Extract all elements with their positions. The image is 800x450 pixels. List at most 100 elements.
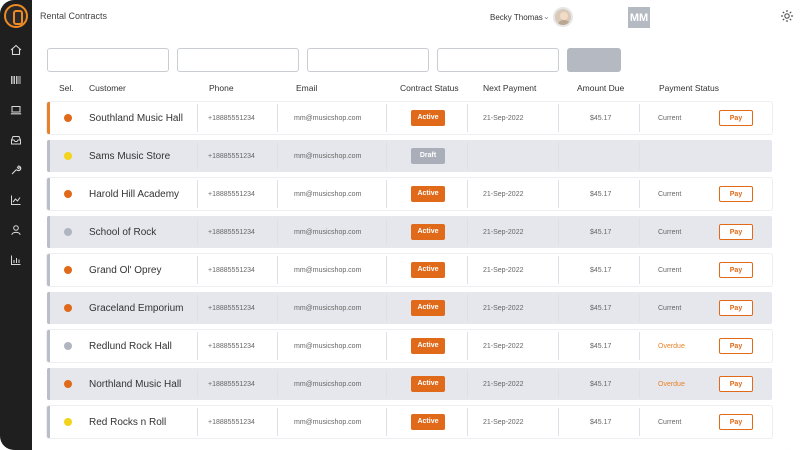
status-badge[interactable]: Active xyxy=(411,414,445,430)
contract-status-cell: Active xyxy=(411,406,445,438)
user-icon[interactable] xyxy=(6,220,26,240)
table-row[interactable]: Southland Music Hall +18885551234 mm@music… xyxy=(47,102,772,134)
column-divider xyxy=(386,142,387,170)
contract-status-cell: Active xyxy=(411,216,445,248)
column-divider xyxy=(467,218,468,246)
column-divider xyxy=(277,180,278,208)
filter-input-2[interactable] xyxy=(177,48,299,72)
status-badge[interactable]: Active xyxy=(411,338,445,354)
next-payment-date: 21-Sep-2022 xyxy=(483,380,524,388)
home-icon[interactable] xyxy=(6,40,26,60)
column-divider xyxy=(639,104,640,132)
status-badge[interactable]: Active xyxy=(411,110,445,126)
phone-number: +18885551234 xyxy=(208,114,255,122)
amount-due: $45.17 xyxy=(590,266,612,274)
column-divider xyxy=(639,218,640,246)
column-header-email[interactable]: Email xyxy=(296,83,317,93)
wrench-icon[interactable] xyxy=(6,160,26,180)
status-badge[interactable]: Active xyxy=(411,376,445,392)
payment-status: Current xyxy=(658,266,682,274)
status-badge[interactable]: Draft xyxy=(411,148,445,164)
inbox-icon[interactable] xyxy=(6,130,26,150)
bar-chart-icon[interactable] xyxy=(6,250,26,270)
column-header-phone[interactable]: Phone xyxy=(209,83,234,93)
column-divider xyxy=(639,142,640,170)
gear-icon[interactable] xyxy=(780,9,794,23)
column-divider xyxy=(467,408,468,436)
column-divider xyxy=(386,332,387,360)
column-divider xyxy=(197,180,198,208)
status-badge[interactable]: Active xyxy=(411,300,445,316)
column-header-next-payment[interactable]: Next Payment xyxy=(483,83,536,93)
status-dot[interactable] xyxy=(64,342,72,350)
column-divider xyxy=(386,218,387,246)
phone-number: +18885551234 xyxy=(208,418,255,426)
status-dot[interactable] xyxy=(64,152,72,160)
email-address: mm@musicshop.com xyxy=(294,342,362,350)
table-row[interactable]: Harold Hill Academy +18885551234 mm@musics… xyxy=(47,178,772,210)
status-badge[interactable]: Active xyxy=(411,262,445,278)
column-header-payment-status[interactable]: Payment Status xyxy=(659,83,719,93)
row-selection-marker xyxy=(47,406,50,438)
column-divider xyxy=(197,142,198,170)
status-dot[interactable] xyxy=(64,266,72,274)
status-dot[interactable] xyxy=(64,114,72,122)
amount-due: $45.17 xyxy=(590,380,612,388)
column-header-sel[interactable]: Sel. xyxy=(59,83,74,93)
user-name[interactable]: Becky Thomas xyxy=(490,13,543,22)
status-badge[interactable]: Active xyxy=(411,186,445,202)
status-dot[interactable] xyxy=(64,190,72,198)
status-badge[interactable]: Active xyxy=(411,224,445,240)
column-header-customer[interactable]: Customer xyxy=(89,83,126,93)
phone-number: +18885551234 xyxy=(208,152,255,160)
laptop-icon[interactable] xyxy=(6,100,26,120)
table-row[interactable]: Northland Music Hall +18885551234 mm@music… xyxy=(47,368,772,400)
filter-input-1[interactable] xyxy=(47,48,169,72)
pay-button[interactable]: Pay xyxy=(719,110,753,126)
column-divider xyxy=(386,104,387,132)
customer-name: Graceland Emporium xyxy=(89,302,184,314)
column-header-amount-due[interactable]: Amount Due xyxy=(577,83,624,93)
column-divider xyxy=(277,218,278,246)
status-dot[interactable] xyxy=(64,304,72,312)
pay-button[interactable]: Pay xyxy=(719,262,753,278)
filter-search-button[interactable] xyxy=(567,48,621,72)
chevron-down-icon[interactable]: ⌄ xyxy=(543,12,550,21)
next-payment-date: 21-Sep-2022 xyxy=(483,228,524,236)
barcode-icon[interactable] xyxy=(6,70,26,90)
filter-input-4[interactable] xyxy=(437,48,559,72)
pay-button[interactable]: Pay xyxy=(719,186,753,202)
filter-input-3[interactable] xyxy=(307,48,429,72)
row-selection-marker xyxy=(47,254,50,286)
table-row[interactable]: Red Rocks n Roll +18885551234 mm@musicshop… xyxy=(47,406,772,438)
pay-button[interactable]: Pay xyxy=(719,376,753,392)
top-bar: Rental Contracts Becky Thomas ⌄ MM xyxy=(32,0,800,34)
table-row[interactable]: Redlund Rock Hall +18885551234 mm@musicsho… xyxy=(47,330,772,362)
row-selection-marker xyxy=(47,216,50,248)
column-header-contract-status[interactable]: Contract Status xyxy=(400,83,459,93)
column-divider xyxy=(467,104,468,132)
column-divider xyxy=(558,218,559,246)
column-divider xyxy=(558,294,559,322)
next-payment-date: 21-Sep-2022 xyxy=(483,190,524,198)
table-row[interactable]: School of Rock +18885551234 mm@musicshop.c… xyxy=(47,216,772,248)
pay-button[interactable]: Pay xyxy=(719,300,753,316)
status-dot[interactable] xyxy=(64,380,72,388)
column-divider xyxy=(639,408,640,436)
status-dot[interactable] xyxy=(64,228,72,236)
pay-button[interactable]: Pay xyxy=(719,338,753,354)
email-address: mm@musicshop.com xyxy=(294,266,362,274)
payment-status: Overdue xyxy=(658,380,685,388)
avatar[interactable] xyxy=(553,7,573,27)
pay-button[interactable]: Pay xyxy=(719,224,753,240)
app-logo[interactable] xyxy=(4,4,28,28)
table-row[interactable]: Sams Music Store +18885551234 mm@musicshop… xyxy=(47,140,772,172)
status-dot[interactable] xyxy=(64,418,72,426)
trend-chart-icon[interactable] xyxy=(6,190,26,210)
pay-button[interactable]: Pay xyxy=(719,414,753,430)
amount-due: $45.17 xyxy=(590,114,612,122)
table-row[interactable]: Grand Ol' Oprey +18885551234 mm@musicshop.… xyxy=(47,254,772,286)
column-divider xyxy=(197,218,198,246)
table-row[interactable]: Graceland Emporium +18885551234 mm@musicsh… xyxy=(47,292,772,324)
column-divider xyxy=(558,180,559,208)
